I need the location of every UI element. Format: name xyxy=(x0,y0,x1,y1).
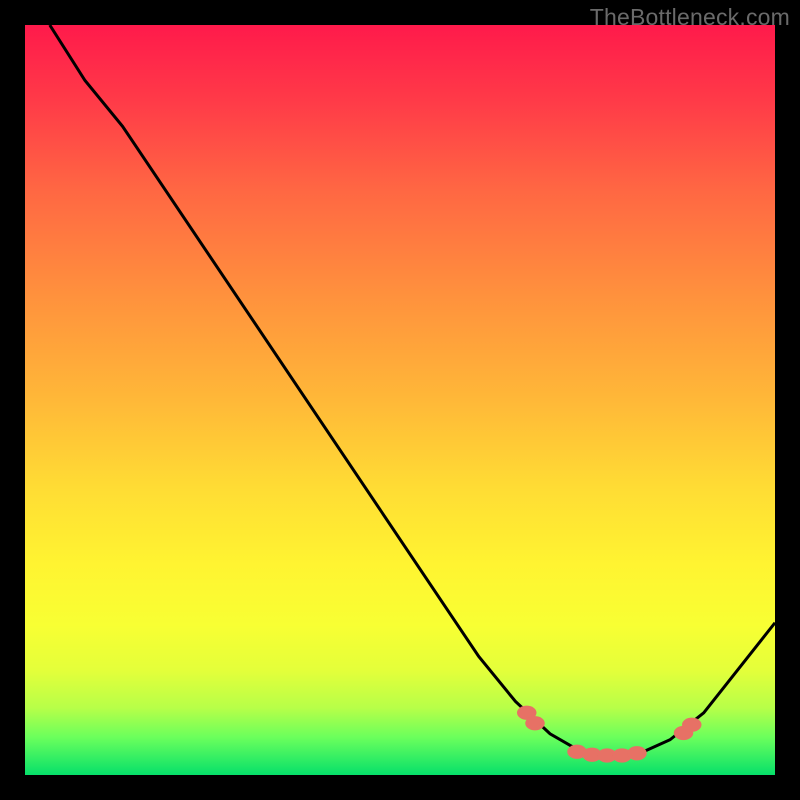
curve-dot xyxy=(627,746,647,760)
bottleneck-curve xyxy=(50,25,775,756)
curve-dot xyxy=(525,716,544,730)
curve-dots xyxy=(517,706,702,763)
plot-area xyxy=(25,25,775,775)
curve-dot xyxy=(682,718,702,732)
chart-frame: TheBottleneck.com xyxy=(0,0,800,800)
chart-svg xyxy=(25,25,775,775)
